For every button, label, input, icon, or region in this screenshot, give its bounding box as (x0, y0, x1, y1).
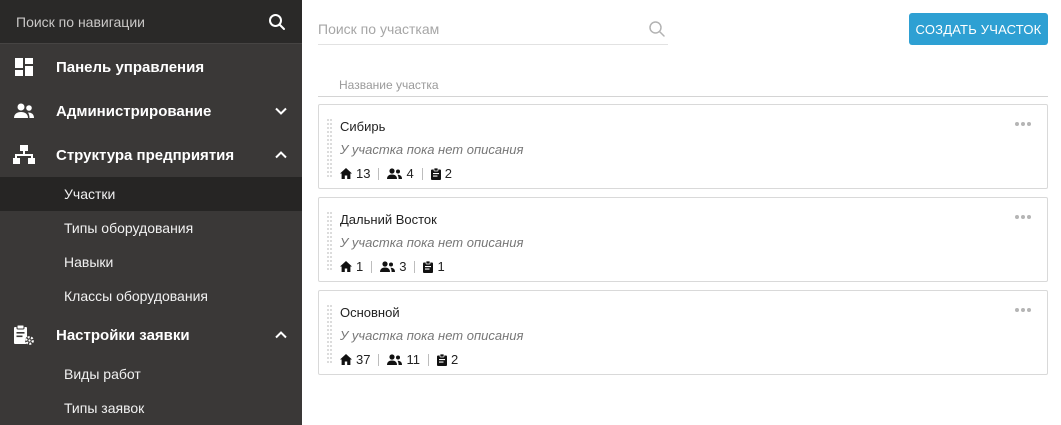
sidebar-item-equipment-types[interactable]: Типы оборудования (0, 211, 302, 245)
house-icon (340, 168, 352, 179)
sidebar: Поиск по навигации Панель управления Адм… (0, 0, 302, 425)
nav-search-placeholder[interactable]: Поиск по навигации (16, 14, 268, 30)
divider (371, 260, 373, 273)
nav-search[interactable]: Поиск по навигации (0, 0, 302, 44)
area-users-count: 4 (406, 166, 414, 181)
house-icon (340, 261, 352, 272)
area-card[interactable]: Дальний Восток У участка пока нет описан… (318, 197, 1048, 282)
column-header-area-name: Название участка (318, 75, 1048, 97)
search-icon[interactable] (646, 18, 668, 40)
area-houses-count: 37 (356, 352, 371, 367)
area-stats: 1 3 1 (340, 259, 445, 274)
nav-section-label: Структура предприятия (56, 146, 235, 164)
sidebar-item-areas[interactable]: Участки (0, 177, 302, 211)
area-users-count: 3 (399, 259, 407, 274)
area-search-input[interactable] (318, 14, 646, 44)
area-tasks-count: 2 (450, 352, 459, 367)
divider (427, 353, 429, 366)
nav-section-label: Панель управления (56, 58, 205, 76)
area-stats: 37 11 2 (340, 352, 458, 367)
sidebar-item-skills[interactable]: Навыки (0, 245, 302, 279)
nav-section-admin[interactable]: Администрирование (0, 89, 302, 133)
users-icon (380, 261, 396, 272)
org-structure-icon (12, 143, 36, 167)
house-icon (340, 354, 352, 365)
area-description: У участка пока нет описания (340, 235, 524, 250)
nav-section-label: Администрирование (56, 102, 212, 120)
dashboard-icon (12, 55, 36, 79)
nav-section-label: Настройки заявки (56, 326, 190, 344)
area-name: Дальний Восток (340, 212, 437, 227)
drag-handle-icon[interactable] (327, 119, 333, 177)
area-card[interactable]: Сибирь У участка пока нет описания 13 4 … (318, 104, 1048, 189)
more-options-icon[interactable] (1015, 119, 1031, 129)
sidebar-item-equipment-classes[interactable]: Классы оборудования (0, 279, 302, 313)
area-stats: 13 4 2 (340, 166, 452, 181)
create-area-button[interactable]: СОЗДАТЬ УЧАСТОК (909, 13, 1048, 45)
drag-handle-icon[interactable] (327, 212, 333, 270)
area-houses-count: 13 (356, 166, 371, 181)
chevron-up-icon[interactable] (274, 328, 288, 342)
nav-section-structure[interactable]: Структура предприятия (0, 133, 302, 177)
search-icon[interactable] (268, 13, 286, 31)
chevron-up-icon[interactable] (274, 148, 288, 162)
drag-handle-icon[interactable] (327, 305, 333, 363)
users-icon (387, 354, 403, 365)
area-tasks-count: 2 (444, 166, 452, 181)
sidebar-item-request-types[interactable]: Типы заявок (0, 391, 302, 425)
nav-section-request-settings[interactable]: Настройки заявки (0, 313, 302, 357)
area-card[interactable]: Основной У участка пока нет описания 37 … (318, 290, 1048, 375)
main-content: СОЗДАТЬ УЧАСТОК Название участка Сибирь … (302, 0, 1061, 425)
area-search[interactable] (318, 14, 668, 45)
area-users-count: 11 (406, 352, 420, 367)
clipboard-icon (423, 260, 434, 273)
users-icon (387, 168, 403, 179)
more-options-icon[interactable] (1015, 212, 1031, 222)
clipboard-gear-icon (12, 323, 36, 347)
clipboard-icon (436, 353, 447, 366)
clipboard-icon (430, 167, 441, 180)
more-options-icon[interactable] (1015, 305, 1031, 315)
divider (378, 167, 380, 180)
area-name: Сибирь (340, 119, 386, 134)
sidebar-item-work-types[interactable]: Виды работ (0, 357, 302, 391)
area-houses-count: 1 (356, 259, 364, 274)
divider (378, 353, 380, 366)
users-icon (12, 99, 36, 123)
area-tasks-count: 1 (437, 259, 445, 274)
nav-section-dashboard[interactable]: Панель управления (0, 45, 302, 89)
area-description: У участка пока нет описания (340, 142, 524, 157)
area-name: Основной (340, 305, 400, 320)
area-description: У участка пока нет описания (340, 328, 524, 343)
chevron-down-icon[interactable] (274, 104, 288, 118)
divider (414, 260, 416, 273)
divider (421, 167, 423, 180)
